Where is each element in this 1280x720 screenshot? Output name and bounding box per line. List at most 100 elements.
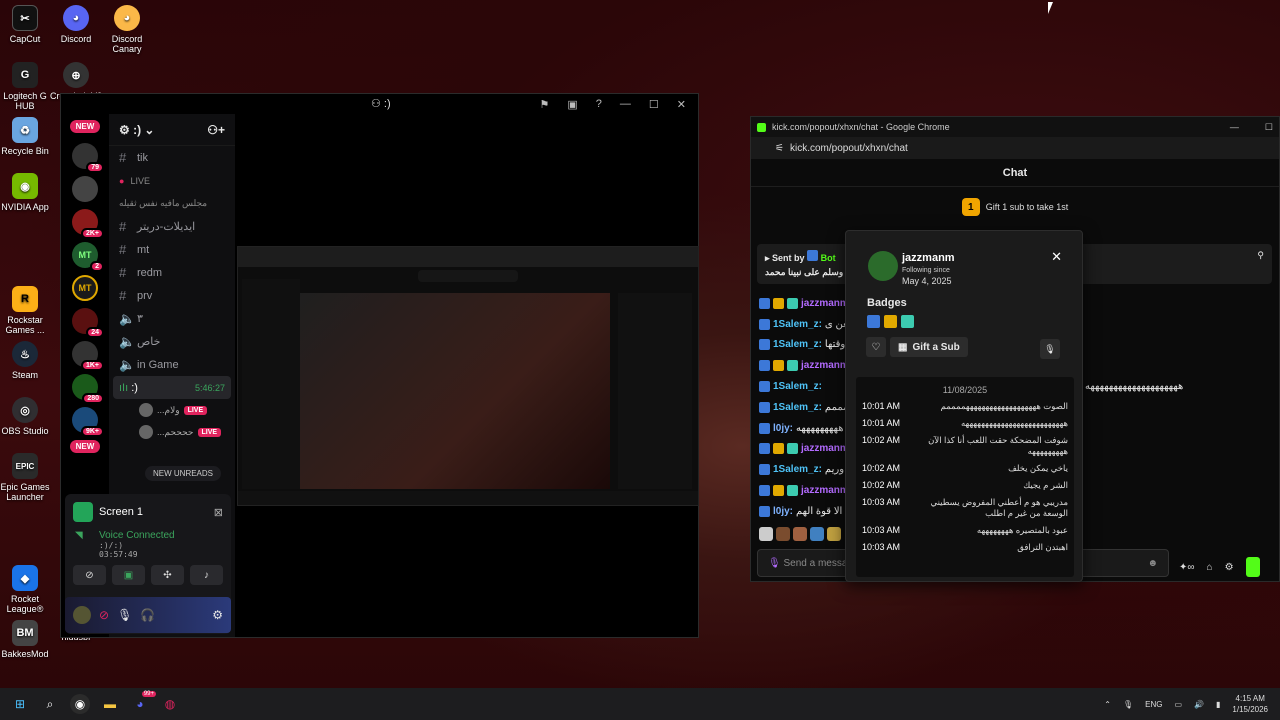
channel-redm[interactable]: # redm (109, 261, 235, 284)
file-explorer-icon[interactable]: ▬ (100, 694, 120, 714)
gift-leaderboard[interactable]: 1 Gift 1 sub to take 1st (751, 187, 1279, 227)
add-friend-icon[interactable]: ⚇+ (207, 123, 225, 137)
desktop-icon-recycle-bin[interactable]: ♻ Recycle Bin (0, 117, 53, 156)
microphone-icon[interactable]: 🎙 (117, 608, 132, 622)
server-icon[interactable] (72, 176, 98, 202)
voice-channel-active[interactable]: ıIı :) 5:46:27 (113, 376, 231, 399)
pin-toggle-icon[interactable]: ⚲ (1257, 250, 1264, 261)
history-message: 10:03 AM اهبتدن الترافق (862, 542, 1068, 552)
inbox-flag-icon[interactable]: ⚑ (540, 98, 550, 111)
discord-taskbar-icon[interactable]: ◕ 99+ (130, 691, 156, 714)
minimize-icon[interactable]: — (1230, 122, 1239, 132)
battery-icon[interactable]: ▮ (1216, 700, 1220, 709)
infinity-icon[interactable]: ✦∞ (1179, 562, 1195, 573)
voice-channel-in-game[interactable]: 🔈 in Game (109, 353, 235, 376)
category-majlis[interactable]: مجلس مافيه نفس ثقيله (109, 192, 235, 215)
server-header[interactable]: ⚙ :) ⌄ ⚇+ (109, 114, 235, 146)
channel-prv[interactable]: # prv (109, 284, 235, 307)
channel-edits[interactable]: # ايديلات-دريتر (109, 215, 235, 238)
settings-gear-icon[interactable]: ⚙ (212, 608, 223, 622)
server-icon[interactable]: 9K+ (72, 407, 104, 437)
emote-icon[interactable] (810, 527, 824, 541)
desktop-icon-epic-games[interactable]: EPIC Epic Games Launcher (0, 453, 53, 502)
server-icon[interactable]: 24 (72, 308, 104, 338)
desktop-icon-capcut[interactable]: ✂ CapCut (0, 5, 53, 44)
gift-icon[interactable]: ⌂ (1207, 562, 1213, 573)
language-indicator[interactable]: ENG (1145, 700, 1162, 709)
soundboard-button[interactable]: ♪ (190, 565, 223, 585)
camera-off-button[interactable]: ⊘ (73, 565, 106, 585)
server-icon[interactable]: 280 (72, 374, 104, 404)
activities-button[interactable]: ✣ (151, 565, 184, 585)
search-icon[interactable]: ⌕ (40, 694, 60, 714)
avatar (139, 425, 153, 439)
avatar[interactable] (73, 606, 91, 624)
stop-stream-icon[interactable]: ⊠ (214, 506, 223, 519)
server-icon-mt[interactable]: MT (72, 275, 98, 301)
minimize-icon[interactable]: — (620, 98, 631, 110)
server-icon[interactable]: 1K+ (72, 341, 104, 371)
desktop-icon-bakkesmod[interactable]: BM BakkesMod (0, 620, 53, 659)
chevron-up-icon[interactable]: ⌃ (1104, 700, 1111, 709)
voice-channel-private[interactable]: 🔈 خاص (109, 330, 235, 353)
message-history: 11/08/2025 10:01 AM الصوت ههههههههههههههه… (856, 377, 1074, 577)
server-icon[interactable]: 79 (72, 143, 104, 173)
server-icon[interactable]: MT 2 (72, 242, 104, 272)
desktop-icon-logitech[interactable]: G Logitech G HUB (0, 62, 53, 111)
close-icon[interactable]: ✕ (677, 98, 686, 111)
address-bar[interactable]: ⚟ kick.com/popout/xhxn/chat (751, 137, 1279, 159)
app-taskbar-icon[interactable]: ◍ (160, 694, 180, 714)
volume-icon[interactable]: 🔊 (1194, 700, 1204, 709)
share-screen-button[interactable]: ▣ (112, 565, 145, 585)
chrome-icon[interactable]: ◉ (70, 694, 90, 714)
voice-user[interactable]: ...ولام LIVE (109, 399, 235, 421)
site-info-icon[interactable]: ⚟ (775, 143, 784, 154)
send-button[interactable] (1245, 557, 1260, 577)
preview-stream (300, 293, 610, 489)
emote-icon[interactable] (759, 527, 773, 541)
emote-icon[interactable] (776, 527, 790, 541)
desktop-icon-steam[interactable]: ♨ Steam (0, 341, 53, 380)
discord-icon: ◕ (63, 5, 89, 31)
maximize-icon[interactable]: ☐ (649, 98, 659, 111)
channel-mt[interactable]: # mt (109, 238, 235, 261)
close-icon[interactable]: ✕ (1051, 249, 1062, 265)
settings-gear-icon[interactable]: ⚙ (1225, 562, 1234, 573)
desktop-icon-rocket-league[interactable]: ◆ Rocket League® (0, 565, 53, 614)
maximize-icon[interactable]: ☐ (1265, 122, 1273, 133)
microphone-icon[interactable]: 🎙 (1123, 700, 1133, 709)
mod-action-icon[interactable]: 🎙 (1040, 339, 1060, 359)
headphones-icon[interactable]: 🎧 (140, 608, 155, 622)
hash-icon: # (119, 242, 127, 257)
channel-tik[interactable]: # tik (109, 146, 235, 169)
server-icon[interactable]: 2K+ (72, 209, 104, 239)
badge-icon (759, 339, 770, 351)
inbox-icon[interactable]: ▣ (567, 98, 577, 111)
camera-off-icon[interactable]: ⊘ (99, 608, 109, 622)
voice-channel-3[interactable]: 🔈 ٣ (109, 307, 235, 330)
desktop-icon-nvidia[interactable]: ◉ NVIDIA App (0, 173, 53, 212)
clock[interactable]: 4:15 AM 1/15/2026 (1232, 693, 1268, 715)
screen-share-row[interactable]: Screen 1 ⊠ (65, 494, 231, 530)
category-live[interactable]: ● LIVE (109, 169, 235, 192)
gift-sub-button[interactable]: ▦ Gift a Sub (890, 337, 968, 357)
username[interactable]: jazzmanm (902, 252, 955, 264)
desktop-icon-obs[interactable]: ◎ OBS Studio (0, 397, 53, 436)
emoji-icon[interactable]: ☻ (1147, 558, 1158, 569)
desktop-icon-discord-canary[interactable]: ◕ Discord Canary (99, 5, 155, 54)
emote-icon[interactable] (793, 527, 807, 541)
badge-icon (787, 485, 798, 497)
emote-icon[interactable] (827, 527, 841, 541)
microphone-icon[interactable]: 🎙 (768, 558, 781, 569)
screen-share-preview[interactable] (237, 246, 699, 506)
badge-list (867, 315, 914, 328)
desktop-icon-discord[interactable]: ◕ Discord (48, 5, 104, 44)
new-unreads-button[interactable]: NEW UNREADS (145, 466, 222, 481)
windows-start-icon[interactable]: ⊞ (10, 694, 30, 714)
gift-icon: ▦ (898, 341, 908, 353)
follow-heart-button[interactable]: ♡ (866, 337, 886, 357)
help-icon[interactable]: ? (596, 98, 602, 110)
voice-user[interactable]: ...ححححم LIVE (109, 421, 235, 443)
network-icon[interactable]: ▭ (1174, 700, 1182, 709)
desktop-icon-rockstar[interactable]: R Rockstar Games ... (0, 286, 53, 335)
